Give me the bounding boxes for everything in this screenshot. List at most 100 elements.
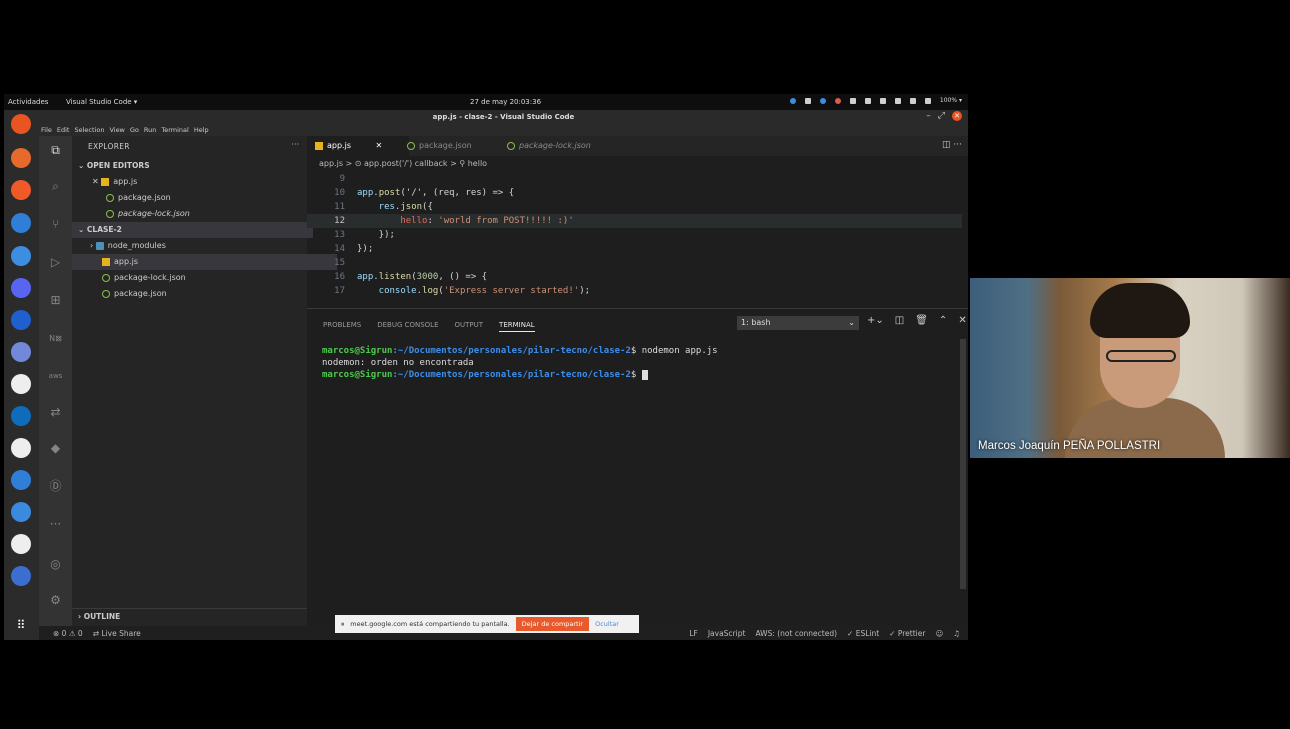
problems-status[interactable]: ⊗ 0 ⚠ 0 xyxy=(53,629,83,638)
close-window-button[interactable]: ✕ xyxy=(952,111,962,121)
bluetooth-icon[interactable] xyxy=(879,97,886,104)
tree-item-node-modules[interactable]: › node_modules xyxy=(72,238,325,254)
tab-package-json[interactable]: package.json xyxy=(399,136,480,156)
remote-explorer-icon[interactable]: N⊠ xyxy=(47,330,64,347)
menu-edit[interactable]: Edit xyxy=(57,126,70,134)
dock-vscode-icon[interactable] xyxy=(11,246,31,266)
dock-remote-icon[interactable] xyxy=(11,566,31,586)
dock-chat-icon[interactable] xyxy=(11,342,31,362)
open-editors-section[interactable]: ⌄ OPEN EDITORS xyxy=(72,158,313,174)
close-icon[interactable]: ✕ xyxy=(92,177,99,186)
wifi-icon[interactable] xyxy=(864,97,871,104)
live-share-status[interactable]: ⇄ Live Share xyxy=(93,629,141,638)
aws-status[interactable]: AWS: (not connected) xyxy=(755,629,837,638)
tray-vscode-icon[interactable] xyxy=(789,97,796,104)
explorer-icon[interactable]: ⧉ xyxy=(47,142,64,159)
show-apps-grid-icon[interactable]: ⠿ xyxy=(11,615,31,635)
trash-icon[interactable]: 🗑 xyxy=(915,315,928,326)
tab-close-icon[interactable]: ✕ xyxy=(376,141,383,150)
terminal-select-value: 1: bash xyxy=(741,318,771,327)
explorer-more-button[interactable]: ··· xyxy=(291,140,299,149)
menu-selection[interactable]: Selection xyxy=(74,126,104,134)
dock-weather-icon[interactable] xyxy=(11,502,31,522)
stop-sharing-button[interactable]: Dejar de compartir xyxy=(515,617,590,631)
docker-icon[interactable]: ◆ xyxy=(47,440,64,457)
dock-outlook-icon[interactable] xyxy=(11,406,31,426)
battery-percent[interactable]: 100% ▾ xyxy=(940,97,962,104)
run-debug-icon[interactable]: ▷ xyxy=(47,254,64,271)
breadcrumb[interactable]: app.js > ⊙ app.post('/') callback > ⚲ he… xyxy=(307,156,968,172)
accounts-icon[interactable]: ◎ xyxy=(47,556,64,573)
menu-terminal[interactable]: Terminal xyxy=(161,126,188,134)
maximize-panel-icon[interactable]: ⌃ xyxy=(939,315,947,326)
tray-record-icon[interactable] xyxy=(834,97,841,104)
maximize-button[interactable]: ⤢ xyxy=(938,111,945,121)
app-menu[interactable]: Visual Studio Code ▾ xyxy=(66,98,137,106)
dock-chrome-icon[interactable] xyxy=(11,114,31,134)
extensions-icon[interactable]: ⊞ xyxy=(47,292,64,309)
tab-terminal[interactable]: TERMINAL xyxy=(499,321,535,332)
dock-firefox-icon[interactable] xyxy=(11,148,31,168)
clock[interactable]: 27 de may 20:03:36 xyxy=(470,98,541,106)
explorer-sidebar: EXPLORER ··· ⌄ OPEN EDITORS ✕ app.js pac… xyxy=(72,136,337,626)
open-editor-item[interactable]: package.json xyxy=(72,190,341,206)
live-share-icon[interactable]: ⇄ xyxy=(47,404,64,421)
menu-file[interactable]: File xyxy=(41,126,52,134)
hide-banner-button[interactable]: Ocultar xyxy=(595,620,619,628)
dock-wolf-icon[interactable] xyxy=(11,534,31,554)
tree-item-app-js[interactable]: app.js xyxy=(72,254,337,270)
source-control-icon[interactable]: ⑂ xyxy=(47,216,64,233)
dock-discord-icon[interactable] xyxy=(11,278,31,298)
more-views-icon[interactable]: ··· xyxy=(47,516,64,533)
open-editor-item[interactable]: package-lock.json xyxy=(72,206,341,222)
close-panel-icon[interactable]: ✕ xyxy=(958,315,966,326)
eslint-status[interactable]: ✓ ESLint xyxy=(847,629,879,638)
terminal-select[interactable]: 1: bash ⌄ xyxy=(737,316,859,330)
dock-slack-icon[interactable] xyxy=(11,374,31,394)
prettier-status[interactable]: ✓ Prettier xyxy=(889,629,925,638)
tab-package-lock-json[interactable]: package-lock.json xyxy=(499,136,599,156)
tab-problems[interactable]: PROBLEMS xyxy=(323,321,361,332)
bell-icon[interactable]: ♫ xyxy=(953,629,960,638)
eol-status[interactable]: LF xyxy=(689,629,698,638)
feedback-icon[interactable]: ☺ xyxy=(935,629,943,638)
menu-help[interactable]: Help xyxy=(194,126,209,134)
menu-view[interactable]: View xyxy=(109,126,124,134)
menu-run[interactable]: Run xyxy=(144,126,156,134)
tray-app-icon[interactable] xyxy=(819,97,826,104)
code-line: 16 app.listen(3000, () => { xyxy=(307,270,962,284)
split-terminal-icon[interactable]: ◫ xyxy=(895,315,904,326)
timeline-icon[interactable]: Ⓓ xyxy=(47,478,64,495)
moon-icon[interactable] xyxy=(849,97,856,104)
system-tray[interactable]: 100% ▾ xyxy=(789,97,962,104)
menu-go[interactable]: Go xyxy=(130,126,139,134)
volume-icon[interactable] xyxy=(894,97,901,104)
split-editor-icon[interactable]: ◫ ··· xyxy=(942,140,962,150)
search-icon[interactable]: ⌕ xyxy=(47,178,64,195)
activities-button[interactable]: Actividades xyxy=(8,98,48,106)
dock-obs-icon[interactable] xyxy=(11,438,31,458)
dock-browser-icon[interactable] xyxy=(11,470,31,490)
mic-icon[interactable] xyxy=(909,97,916,104)
outline-section[interactable]: › OUTLINE xyxy=(72,608,307,625)
terminal-scrollbar[interactable] xyxy=(960,339,966,589)
dock-files-icon[interactable] xyxy=(11,213,31,233)
new-terminal-icon[interactable]: +⌄ xyxy=(867,315,884,326)
code-editor[interactable]: 9 10 app.post('/', (req, res) => { 11 res… xyxy=(307,172,962,307)
language-status[interactable]: JavaScript xyxy=(708,629,746,638)
folder-section-clase-2[interactable]: ⌄ CLASE-2 xyxy=(72,222,313,238)
open-editor-item[interactable]: ✕ app.js xyxy=(72,174,327,190)
settings-gear-icon[interactable]: ⚙ xyxy=(47,592,64,609)
dock-shield-icon[interactable] xyxy=(11,310,31,330)
tree-item-package-lock[interactable]: package-lock.json xyxy=(72,270,337,286)
terminal-output[interactable]: marcos@Sigrun:~/Documentos/personales/pi… xyxy=(322,345,718,381)
tree-item-package-json[interactable]: package.json xyxy=(72,286,337,302)
tray-discord-icon[interactable] xyxy=(804,97,811,104)
battery-icon[interactable] xyxy=(924,97,931,104)
minimize-button[interactable]: – xyxy=(926,111,931,121)
aws-icon[interactable]: aws xyxy=(47,368,64,385)
tab-debug-console[interactable]: DEBUG CONSOLE xyxy=(377,321,438,332)
dock-compass-icon[interactable] xyxy=(11,180,31,200)
tab-output[interactable]: OUTPUT xyxy=(455,321,484,332)
tab-app-js[interactable]: app.js ✕ xyxy=(307,136,409,156)
